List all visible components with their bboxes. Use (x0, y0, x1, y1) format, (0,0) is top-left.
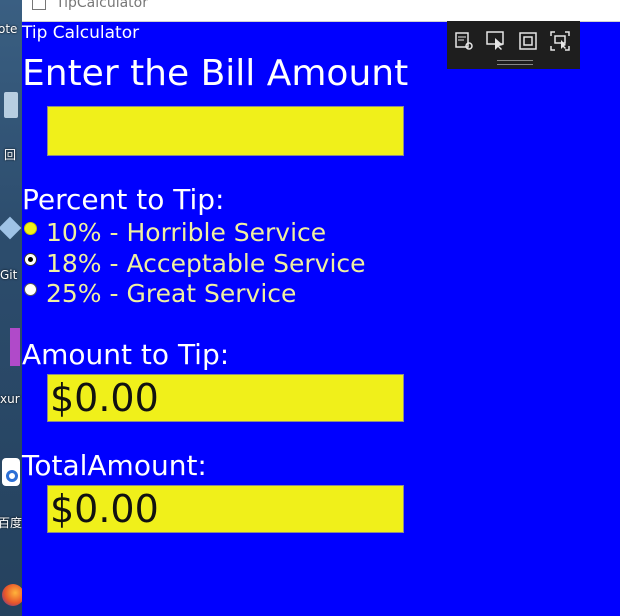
total-amount-output: $0.00 (47, 485, 404, 533)
desktop-icon-label: xur (0, 392, 20, 406)
debug-toolbar[interactable] (447, 21, 580, 69)
app-window-icon (32, 0, 46, 10)
window-title: TipCalculator (56, 0, 148, 11)
app-shortcut-icon[interactable] (0, 328, 22, 368)
desktop-icon-label: Git (0, 268, 18, 282)
radio-button-18[interactable] (24, 253, 37, 266)
baidu-icon[interactable] (0, 452, 22, 492)
total-amount-label: TotalAmount: (22, 449, 207, 482)
firefox-icon[interactable] (0, 580, 22, 616)
tip-option-label: 10% - Horrible Service (46, 218, 327, 247)
window-title-bar[interactable]: TipCalculator (22, 0, 620, 22)
app-title: Tip Calculator (22, 23, 140, 43)
amount-to-tip-label: Amount to Tip: (22, 338, 230, 371)
desktop-icon-label: 百度 (0, 516, 22, 530)
bill-amount-heading: Enter the Bill Amount (22, 53, 409, 94)
select-element-icon[interactable] (485, 31, 507, 53)
tip-calculator-page: Tip Calculator Enter the Bill Amount Per… (22, 22, 620, 616)
live-visual-tree-icon[interactable] (453, 31, 475, 53)
desktop-icon-label: 回 (4, 148, 17, 162)
toolbar-grip[interactable] (497, 60, 533, 65)
track-focus-icon[interactable] (549, 31, 571, 53)
radio-button-10[interactable] (24, 222, 37, 235)
tip-option-label: 18% - Acceptable Service (46, 249, 366, 278)
desktop-icon-label: ote (0, 22, 18, 36)
radio-button-25[interactable] (24, 283, 37, 296)
git-icon[interactable] (0, 214, 22, 254)
bill-amount-input[interactable] (47, 106, 404, 156)
recycle-bin-icon[interactable] (0, 86, 22, 126)
display-layout-adorners-icon[interactable] (517, 31, 539, 53)
percent-to-tip-label: Percent to Tip: (22, 183, 225, 216)
amount-to-tip-output: $0.00 (47, 374, 404, 422)
desktop-background: ote 回 Git xur 百度 (0, 0, 22, 616)
tip-option-label: 25% - Great Service (46, 279, 297, 308)
